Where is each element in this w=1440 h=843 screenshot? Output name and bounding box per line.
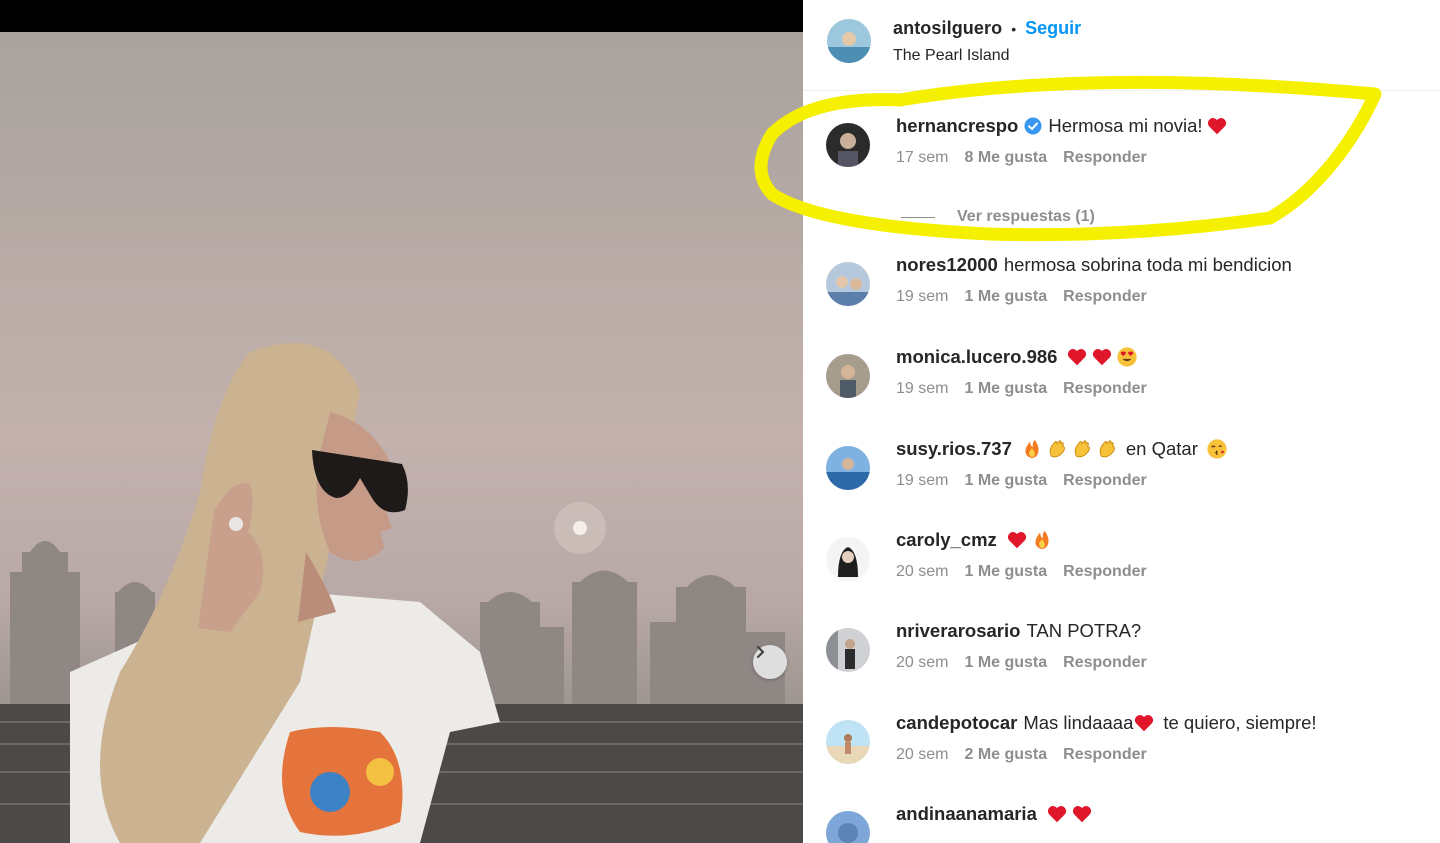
avatar[interactable]	[826, 446, 870, 490]
comment-likes[interactable]: 1 Me gusta	[964, 288, 1047, 306]
comment-username[interactable]: susy.rios.737	[896, 438, 1012, 460]
comment-text: Hermosa mi novia!	[1048, 115, 1203, 136]
red-heart-emoji-icon	[1007, 532, 1026, 549]
separator-dot: •	[1011, 20, 1017, 37]
comment-username[interactable]: candepotocar	[896, 712, 1017, 734]
comment-time[interactable]: 20 sem	[896, 654, 948, 672]
comment-likes[interactable]: 1 Me gusta	[964, 563, 1047, 581]
comment-text: Mas lindaaaa	[1023, 712, 1134, 733]
comment-text: en Qatar	[1125, 438, 1198, 459]
comment-username[interactable]: monica.lucero.986	[896, 346, 1057, 368]
comment-likes[interactable]: 1 Me gusta	[964, 654, 1047, 672]
reply-button[interactable]: Responder	[1063, 746, 1147, 764]
comment-text-continued: te quiero, siempre!	[1163, 712, 1317, 733]
comment-time[interactable]: 20 sem	[896, 563, 948, 581]
fire-emoji-icon	[1035, 530, 1049, 550]
follow-button[interactable]: Seguir	[1025, 18, 1081, 39]
clap-emoji-icon	[1099, 440, 1115, 458]
red-heart-emoji-icon	[1135, 715, 1154, 732]
comment-text: hermosa sobrina toda mi bendicion	[1003, 254, 1292, 275]
reply-button[interactable]: Responder	[1063, 472, 1147, 490]
red-heart-emoji-icon	[1093, 349, 1112, 366]
comment-username[interactable]: nores12000	[896, 254, 998, 276]
clap-emoji-icon	[1074, 440, 1090, 458]
red-heart-emoji-icon	[1072, 806, 1091, 823]
kiss-face-emoji-icon	[1207, 439, 1227, 459]
heart-eyes-emoji-icon	[1117, 347, 1138, 367]
reply-button[interactable]: Responder	[1063, 380, 1147, 398]
reply-button[interactable]: Responder	[1063, 654, 1147, 672]
verified-badge-icon	[1024, 117, 1042, 135]
avatar[interactable]	[827, 19, 871, 63]
avatar[interactable]	[826, 537, 870, 581]
comment-username[interactable]: andinaanamaria	[896, 803, 1037, 825]
avatar[interactable]	[826, 262, 870, 306]
avatar[interactable]	[826, 811, 870, 843]
comment-username[interactable]: caroly_cmz	[896, 529, 997, 551]
replies-divider	[901, 216, 935, 218]
comment-time[interactable]: 19 sem	[896, 380, 948, 398]
reply-button[interactable]: Responder	[1063, 149, 1147, 167]
avatar[interactable]	[826, 354, 870, 398]
reply-button[interactable]: Responder	[1063, 288, 1147, 306]
post-author-username[interactable]: antosilguero	[893, 18, 1002, 39]
comment-likes[interactable]: 1 Me gusta	[964, 472, 1047, 490]
post-media	[0, 0, 803, 843]
comment-username[interactable]: hernancrespo	[896, 115, 1018, 137]
view-replies-button[interactable]: Ver respuestas (1)	[901, 208, 1095, 226]
avatar[interactable]	[826, 720, 870, 764]
comment-time[interactable]: 20 sem	[896, 746, 948, 764]
red-heart-emoji-icon	[1068, 349, 1087, 366]
comment-likes[interactable]: 8 Me gusta	[964, 149, 1047, 167]
comments-panel: antosilguero • Seguir The Pearl Island h…	[803, 0, 1440, 843]
comment-text: TAN POTRA?	[1026, 620, 1142, 641]
comment-time[interactable]: 19 sem	[896, 288, 948, 306]
avatar[interactable]	[826, 628, 870, 672]
comment-time[interactable]: 19 sem	[896, 472, 948, 490]
comment-username[interactable]: nriverarosario	[896, 620, 1020, 642]
comment-likes[interactable]: 1 Me gusta	[964, 380, 1047, 398]
red-heart-emoji-icon	[1207, 118, 1226, 135]
comment-likes[interactable]: 2 Me gusta	[964, 746, 1047, 764]
view-replies-label: Ver respuestas (1)	[957, 208, 1095, 225]
comment-time[interactable]: 17 sem	[896, 149, 948, 167]
post-header: antosilguero • Seguir The Pearl Island	[803, 0, 1440, 91]
chevron-right-icon	[756, 645, 765, 659]
next-photo-button[interactable]	[753, 645, 787, 679]
post-photo	[0, 32, 803, 843]
red-heart-emoji-icon	[1047, 806, 1066, 823]
post-location[interactable]: The Pearl Island	[893, 47, 1010, 65]
fire-emoji-icon	[1025, 439, 1039, 459]
reply-button[interactable]: Responder	[1063, 563, 1147, 581]
avatar[interactable]	[826, 123, 870, 167]
clap-emoji-icon	[1049, 440, 1065, 458]
